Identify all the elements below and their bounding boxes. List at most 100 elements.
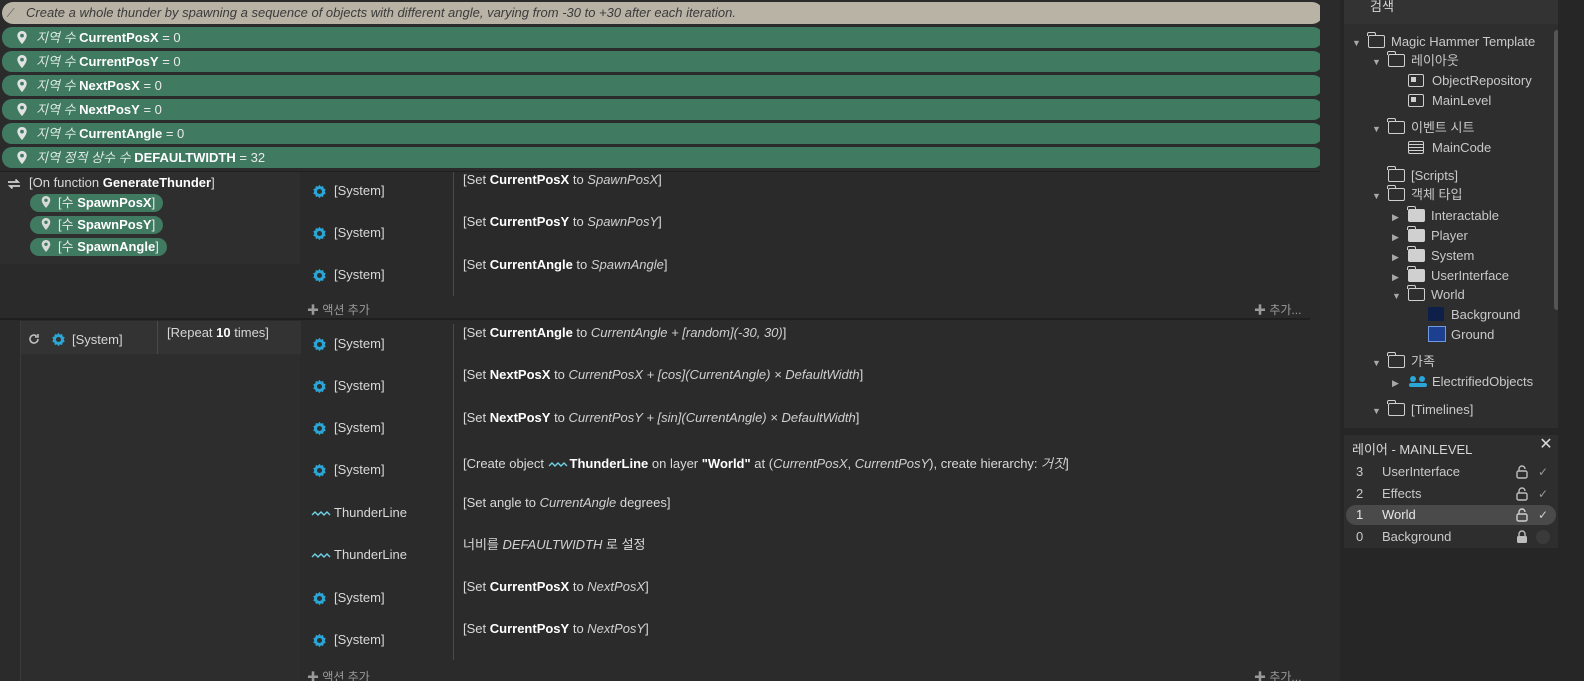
action-object[interactable]: ThunderLine: [311, 546, 407, 564]
tree-item-magic-hammer-template[interactable]: ▼ Magic Hammer Template: [1352, 32, 1535, 51]
add-action-link[interactable]: ✚ 액션 추가: [307, 668, 370, 681]
tree-item-scripts[interactable]: [Scripts]: [1387, 166, 1458, 185]
add-more-link[interactable]: ✚ 추가...: [1254, 668, 1301, 681]
tree-item-ground[interactable]: Ground: [1428, 326, 1494, 344]
action-object[interactable]: [System]: [311, 419, 385, 437]
layer-row[interactable]: 3 UserInterface ✓: [1346, 462, 1556, 482]
tree-item-background[interactable]: Background: [1428, 306, 1520, 324]
unlock-icon[interactable]: [1516, 508, 1528, 522]
action-text[interactable]: 너비를 DEFAULTWIDTH 로 설정: [463, 536, 646, 554]
action-object[interactable]: [System]: [311, 631, 385, 649]
action-text[interactable]: [Set NextPosY to CurrentPosY + [sin](Cur…: [463, 409, 859, 427]
variable-row[interactable]: 지역 수 NextPosY = 0: [2, 99, 1320, 120]
tree-item-userinterface[interactable]: ▶ UserInterface: [1392, 266, 1509, 285]
collapse-triangle-icon[interactable]: ▶: [1392, 272, 1402, 282]
layer-row[interactable]: 0 Background: [1346, 527, 1556, 547]
action-text[interactable]: [Set CurrentPosX to SpawnPosX]: [463, 171, 662, 189]
repeat-event-block[interactable]: [System] [Repeat 10 times]: [20, 321, 301, 681]
tree-item-object-types[interactable]: ▼ 객체 타입: [1372, 185, 1462, 204]
folder-icon: [1367, 32, 1385, 48]
function-event-block[interactable]: [On function GenerateThunder] [수 SpawnPo…: [0, 171, 1320, 321]
visible-check-icon[interactable]: ✓: [1536, 487, 1550, 501]
unlock-icon[interactable]: [1516, 465, 1528, 479]
action-text[interactable]: [Set CurrentPosY to NextPosY]: [463, 620, 649, 638]
visible-check-icon[interactable]: ✓: [1536, 465, 1550, 479]
action-text[interactable]: [Set NextPosX to CurrentPosX + [cos](Cur…: [463, 366, 863, 384]
param-suffix: ]: [155, 239, 159, 254]
tree-item-mainlevel[interactable]: MainLevel: [1408, 92, 1491, 110]
variable-row[interactable]: 지역 수 NextPosX = 0: [2, 75, 1320, 96]
action-object-ref: ThunderLine: [569, 456, 649, 471]
expand-triangle-icon[interactable]: ▼: [1372, 406, 1382, 416]
action-object[interactable]: [System]: [311, 224, 385, 242]
action-object-name: [System]: [334, 267, 385, 282]
tree-item-world[interactable]: ▼ World: [1392, 285, 1465, 304]
layer-name: World: [1382, 507, 1416, 522]
expand-triangle-icon[interactable]: ▼: [1372, 358, 1382, 368]
expand-triangle-icon[interactable]: ▼: [1372, 57, 1382, 67]
repeat-condition-row[interactable]: [System] [Repeat 10 times]: [21, 321, 301, 354]
expand-triangle-icon[interactable]: ▼: [1372, 124, 1382, 134]
expand-triangle-icon[interactable]: ▼: [1372, 191, 1382, 201]
project-search[interactable]: 검색: [1344, 0, 1558, 24]
tree-item-maincode[interactable]: MainCode: [1408, 139, 1491, 157]
function-conditions[interactable]: [On function GenerateThunder] [수 SpawnPo…: [0, 172, 300, 264]
action-object[interactable]: [System]: [311, 377, 385, 395]
tree-item-families[interactable]: ▼ 가족: [1372, 352, 1435, 371]
variable-row[interactable]: 지역 정적 상수 수 DEFAULTWIDTH = 32: [2, 147, 1320, 168]
variable-row[interactable]: 지역 수 CurrentPosX = 0: [2, 27, 1320, 48]
expand-triangle-icon[interactable]: ▼: [1392, 291, 1402, 301]
function-param[interactable]: [수 SpawnAngle]: [30, 238, 167, 256]
folder-icon: [1407, 285, 1425, 301]
action-object[interactable]: ThunderLine: [311, 504, 407, 522]
tree-item-electrifiedobjects[interactable]: ▶ ElectrifiedObjects: [1392, 373, 1533, 391]
close-icon[interactable]: ✕: [1538, 437, 1554, 453]
visible-check-icon[interactable]: ✓: [1536, 508, 1550, 522]
action-object[interactable]: [System]: [311, 589, 385, 607]
add-more-label: 추가...: [1269, 303, 1302, 317]
add-more-link[interactable]: ✚ 추가...: [1254, 301, 1301, 318]
tree-item-event-sheets[interactable]: ▼ 이벤트 시트: [1372, 118, 1474, 137]
action-part: on layer: [648, 456, 702, 471]
tree-item-layouts[interactable]: ▼ 레이아웃: [1372, 51, 1459, 70]
event-comment[interactable]: ⁄ Create a whole thunder by spawning a se…: [2, 2, 1320, 24]
gear-icon: [313, 268, 326, 283]
layer-row-selected[interactable]: 1 World ✓: [1346, 505, 1556, 525]
function-param[interactable]: [수 SpawnPosX]: [30, 194, 164, 212]
action-text[interactable]: [Set CurrentPosY to SpawnPosY]: [463, 213, 662, 231]
collapse-triangle-icon[interactable]: ▶: [1392, 212, 1402, 222]
action-part: [Set: [463, 579, 490, 594]
tree-item-player[interactable]: ▶ Player: [1392, 226, 1468, 245]
tree-item-interactable[interactable]: ▶ Interactable: [1392, 206, 1499, 225]
action-object[interactable]: [System]: [311, 182, 385, 200]
action-object-name: ThunderLine: [334, 505, 407, 520]
variable-row[interactable]: 지역 수 CurrentPosY = 0: [2, 51, 1320, 72]
unlock-icon[interactable]: [1516, 487, 1528, 501]
action-text[interactable]: [Set CurrentPosX to NextPosX]: [463, 578, 649, 596]
layer-row[interactable]: 2 Effects ✓: [1346, 484, 1556, 504]
collapse-triangle-icon[interactable]: ▶: [1392, 378, 1402, 388]
action-variable: CurrentAngle: [489, 325, 573, 340]
action-text[interactable]: [Set CurrentAngle to SpawnAngle]: [463, 256, 668, 274]
tree-item-objectrepository[interactable]: ObjectRepository: [1408, 72, 1532, 90]
action-text[interactable]: [Set CurrentAngle to CurrentAngle + [ran…: [463, 324, 786, 342]
collapse-triangle-icon[interactable]: ▶: [1392, 252, 1402, 262]
action-object[interactable]: [System]: [311, 461, 385, 479]
action-object[interactable]: [System]: [311, 266, 385, 284]
action-part: ,: [847, 456, 855, 471]
variable-row[interactable]: 지역 수 CurrentAngle = 0: [2, 123, 1320, 144]
action-object[interactable]: [System]: [311, 335, 385, 353]
hidden-toggle-icon[interactable]: [1536, 530, 1550, 544]
action-text[interactable]: [Set angle to CurrentAngle degrees]: [463, 494, 670, 512]
collapse-triangle-icon[interactable]: ▶: [1392, 232, 1402, 242]
tree-item-system[interactable]: ▶ System: [1392, 246, 1474, 265]
create-object-action-text[interactable]: [Create object ThunderLine on layer "Wor…: [463, 455, 1069, 473]
tree-item-timelines[interactable]: ▼ [Timelines]: [1372, 400, 1473, 419]
action-expression: NextPosY: [587, 621, 646, 636]
add-action-link[interactable]: ✚ 액션 추가: [307, 301, 370, 318]
project-scrollbar[interactable]: [1554, 30, 1558, 310]
function-param[interactable]: [수 SpawnPosY]: [30, 216, 164, 234]
action-variable: CurrentPosX: [489, 579, 570, 594]
lock-icon[interactable]: [1516, 530, 1528, 544]
expand-triangle-icon[interactable]: ▼: [1352, 38, 1362, 48]
